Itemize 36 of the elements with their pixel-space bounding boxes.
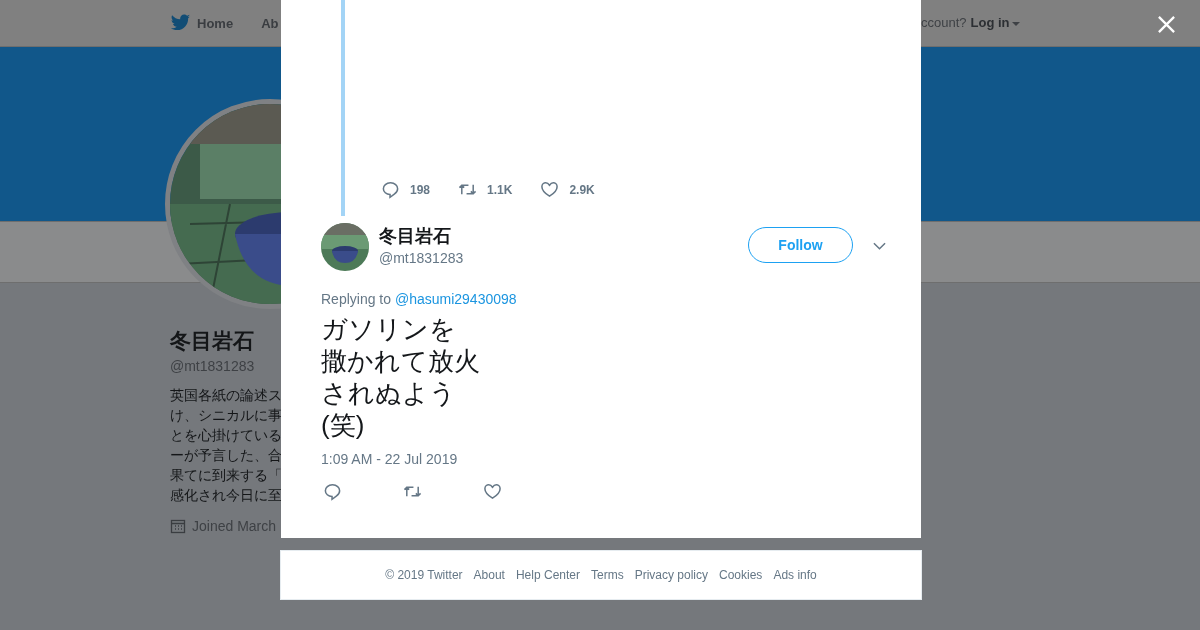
author-name: 冬目岩石 bbox=[379, 225, 452, 248]
footer-link[interactable]: About bbox=[473, 568, 505, 582]
close-icon[interactable] bbox=[1157, 15, 1176, 34]
reply-icon[interactable] bbox=[381, 180, 400, 199]
mention-link[interactable]: @hasumi29430098 bbox=[394, 291, 517, 307]
profile-handle: @mt1831283 bbox=[170, 358, 255, 374]
heart-icon[interactable] bbox=[483, 482, 502, 501]
calendar-icon bbox=[170, 518, 186, 534]
footer-link[interactable]: Terms bbox=[591, 568, 624, 582]
heart-icon[interactable] bbox=[540, 180, 560, 199]
chevron-icon[interactable] bbox=[873, 242, 886, 250]
author-handle: @mt1831283 bbox=[379, 250, 465, 266]
tweet-timestamp: 1:09 AM - 22 Jul 2019 bbox=[321, 451, 459, 467]
footer-link[interactable]: Ads info bbox=[773, 568, 817, 582]
nav-link[interactable]: Home bbox=[170, 14, 234, 32]
profile-name: 冬目岩石 bbox=[170, 328, 254, 354]
login-link[interactable]: Log in bbox=[970, 15, 1020, 30]
tweet-text-line: されぬよう bbox=[321, 377, 456, 409]
reply-icon[interactable] bbox=[323, 482, 342, 501]
footer-link[interactable]: Cookies bbox=[719, 568, 763, 582]
nav-link[interactable]: Ab bbox=[261, 14, 279, 32]
tweet-text-line: ガソリンを bbox=[321, 313, 456, 345]
stat-count: 198 bbox=[410, 182, 431, 197]
footer-link[interactable]: © 2019 Twitter bbox=[385, 568, 463, 582]
follow-button[interactable]: Follow bbox=[748, 227, 853, 263]
replying-to: Replying to @hasumi29430098 bbox=[321, 291, 518, 307]
account-prompt: ccount? bbox=[921, 15, 967, 30]
bird-icon bbox=[170, 14, 191, 32]
joined-date: Joined March bbox=[192, 518, 277, 534]
tweet-text-line: (笑) bbox=[321, 409, 365, 441]
tweet-text-line: 撒かれて放火 bbox=[321, 345, 480, 377]
stat-count: 1.1K bbox=[487, 182, 513, 197]
stat-count: 2.9K bbox=[569, 182, 595, 197]
footer-link[interactable]: Help Center bbox=[515, 568, 580, 582]
footer-link[interactable]: Privacy policy bbox=[634, 568, 708, 582]
profile-bio: 英国各紙の論述ス け、シニカルに事 とを心掛けている ーが予言した、合 果てに到来する「 感化され今日に至 bbox=[170, 387, 282, 505]
